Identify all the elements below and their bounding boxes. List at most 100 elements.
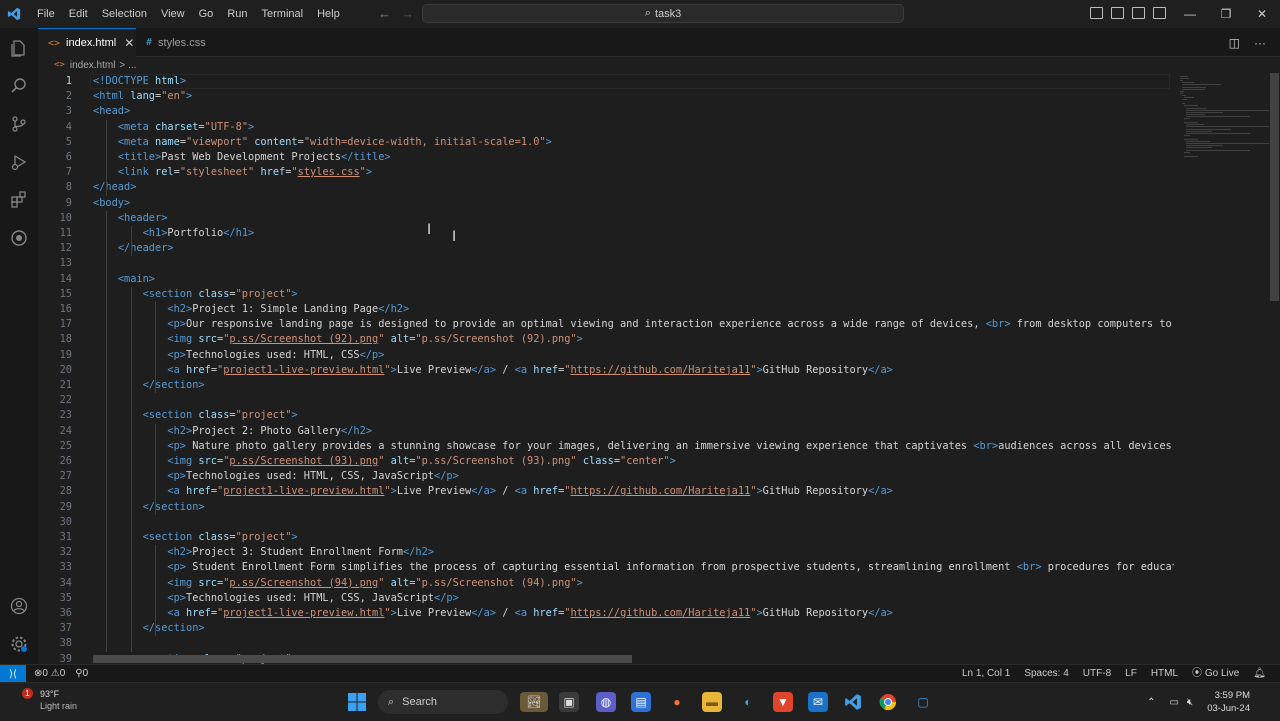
code-line[interactable]: 4 <meta charset="UTF-8"> <box>38 120 1174 135</box>
toggle-panel-icon[interactable] <box>1111 7 1124 19</box>
store-icon[interactable]: ▤ <box>631 692 651 712</box>
close-icon[interactable]: ✕ <box>1244 0 1280 28</box>
code-line[interactable]: 32 <h2>Project 3: Student Enrollment For… <box>38 545 1174 560</box>
code-editor[interactable]: 1 <!DOCTYPE html> 2 <html lang="en"> 3 <head>… <box>38 73 1174 664</box>
screen-recorder-icon[interactable]: ▢ <box>913 692 933 712</box>
code-line[interactable]: 1 <!DOCTYPE html> <box>38 74 1174 90</box>
close-tab-icon[interactable]: ✕ <box>124 36 134 50</box>
remote-indicator-icon[interactable]: ⟩⟨ <box>0 665 26 683</box>
minimap[interactable] <box>1174 73 1272 664</box>
code-line[interactable]: 11 <h1>Portfolio</h1> <box>38 226 1174 241</box>
code-line[interactable]: 21 </section> <box>38 378 1174 393</box>
horizontal-scrollbar-thumb[interactable] <box>93 655 632 663</box>
firefox-icon[interactable]: ● <box>667 692 687 712</box>
run-debug-icon[interactable] <box>0 144 38 180</box>
windows-start-icon[interactable] <box>347 692 367 712</box>
restore-icon[interactable]: ❐ <box>1208 0 1244 28</box>
code-line[interactable]: 15 <section class="project"> <box>38 287 1174 302</box>
chat-icon[interactable]: ◍ <box>596 692 616 712</box>
mail-icon[interactable]: ✉ <box>808 692 828 712</box>
ports-indicator[interactable]: ⚲0 <box>75 665 88 682</box>
remote-explorer-icon[interactable] <box>0 220 38 256</box>
code-line[interactable]: 12 </header> <box>38 241 1174 256</box>
breadcrumb-file[interactable]: index.html <box>70 60 116 71</box>
code-line[interactable]: 2 <html lang="en"> <box>38 89 1174 104</box>
accounts-icon[interactable] <box>0 588 38 624</box>
code-line[interactable]: 20 <a href="project1-live-preview.html">… <box>38 363 1174 378</box>
code-line[interactable]: 3 <head> <box>38 104 1174 119</box>
code-line[interactable]: 7 <link rel="stylesheet" href="styles.cs… <box>38 165 1174 180</box>
more-actions-icon[interactable]: ··· <box>1254 36 1266 50</box>
toggle-secondary-sidebar-icon[interactable] <box>1132 7 1145 19</box>
taskbar-search[interactable]: ⌕ Search <box>378 690 508 714</box>
code-line[interactable]: 30 <box>38 515 1174 530</box>
vertical-scrollbar[interactable] <box>1269 73 1280 664</box>
vertical-scrollbar-thumb[interactable] <box>1270 73 1279 301</box>
code-line[interactable]: 13 <box>38 256 1174 271</box>
code-line[interactable]: 26 <img src="p.ss/Screenshot (93).png" a… <box>38 454 1174 469</box>
menu-terminal[interactable]: Terminal <box>255 0 311 28</box>
task-view-icon[interactable]: ▣ <box>559 692 579 712</box>
code-line[interactable]: 6 <title>Past Web Development Projects</… <box>38 150 1174 165</box>
edge-icon[interactable]: ◐ <box>738 692 758 712</box>
vscode-taskbar-icon[interactable] <box>843 692 863 712</box>
menu-go[interactable]: Go <box>192 0 221 28</box>
code-line[interactable]: 23 <section class="project"> <box>38 408 1174 423</box>
code-line[interactable]: 8 </head> <box>38 180 1174 195</box>
search-sidebar-icon[interactable] <box>0 68 38 104</box>
tab-index-html[interactable]: <> index.html ✕ <box>38 28 136 57</box>
volume-muted-icon[interactable]: 🔇︎ <box>1187 697 1193 708</box>
source-control-icon[interactable] <box>0 106 38 142</box>
encoding[interactable]: UTF-8 <box>1083 665 1111 682</box>
menu-selection[interactable]: Selection <box>95 0 154 28</box>
breadcrumb-rest[interactable]: > ... <box>119 60 136 71</box>
code-line[interactable]: 9 <body> <box>38 196 1174 211</box>
code-line[interactable]: 33 <p> Student Enrollment Form simplifie… <box>38 560 1174 575</box>
settings-gear-icon[interactable] <box>0 626 38 662</box>
code-line[interactable]: 24 <h2>Project 2: Photo Gallery</h2> <box>38 424 1174 439</box>
toggle-sidebar-icon[interactable] <box>1090 7 1103 19</box>
menu-run[interactable]: Run <box>220 0 254 28</box>
code-line[interactable]: 28 <a href="project1-live-preview.html">… <box>38 484 1174 499</box>
indentation[interactable]: Spaces: 4 <box>1024 665 1068 682</box>
code-line[interactable]: 5 <meta name="viewport" content="width=d… <box>38 135 1174 150</box>
extensions-icon[interactable] <box>0 182 38 218</box>
code-line[interactable]: 14 <main> <box>38 272 1174 287</box>
code-line[interactable]: 17 <p>Our responsive landing page is des… <box>38 317 1174 332</box>
code-line[interactable]: 18 <img src="p.ss/Screenshot (92).png" a… <box>38 332 1174 347</box>
code-line[interactable]: 36 <a href="project1-live-preview.html">… <box>38 606 1174 621</box>
code-line[interactable]: 34 <img src="p.ss/Screenshot (94).png" a… <box>38 576 1174 591</box>
code-line[interactable]: 37 </section> <box>38 621 1174 636</box>
search-highlight-icon[interactable]: 🏞︎ <box>520 692 548 712</box>
cursor-position[interactable]: Ln 1, Col 1 <box>962 665 1010 682</box>
brave-icon[interactable]: ▼ <box>773 692 793 712</box>
notifications-bell-icon[interactable]: 🔔︎ <box>1253 665 1266 682</box>
tray-chevron-up-icon[interactable]: ⌃ <box>1147 697 1155 708</box>
tab-styles-css[interactable]: # styles.css <box>136 28 230 57</box>
command-center-search[interactable]: ⌕ task3 <box>422 4 904 23</box>
customize-layout-icon[interactable] <box>1153 7 1166 19</box>
code-line[interactable]: 25 <p> Nature photo gallery provides a s… <box>38 439 1174 454</box>
menu-edit[interactable]: Edit <box>62 0 95 28</box>
forward-arrow-icon[interactable]: → <box>401 6 414 21</box>
split-editor-icon[interactable]: ◫ <box>1229 36 1240 50</box>
menu-view[interactable]: View <box>154 0 192 28</box>
code-line[interactable]: 16 <h2>Project 1: Simple Landing Page</h… <box>38 302 1174 317</box>
code-line[interactable]: 22 <box>38 393 1174 408</box>
network-icon[interactable]: ▭ <box>1169 697 1178 708</box>
code-line[interactable]: 29 </section> <box>38 500 1174 515</box>
explorer-icon[interactable] <box>0 30 38 66</box>
weather-widget[interactable]: 1 93°F Light rain <box>22 688 77 712</box>
code-line[interactable]: 27 <p>Technologies used: HTML, CSS, Java… <box>38 469 1174 484</box>
code-line[interactable]: 19 <p>Technologies used: HTML, CSS</p> <box>38 348 1174 363</box>
clock[interactable]: 3:59 PM 03-Jun-24 <box>1207 689 1250 715</box>
language-mode[interactable]: HTML <box>1151 665 1178 682</box>
go-live-button[interactable]: ⦿ Go Live <box>1192 665 1239 682</box>
file-explorer-icon[interactable]: ▬ <box>702 692 722 712</box>
menu-help[interactable]: Help <box>310 0 347 28</box>
code-line[interactable]: 31 <section class="project"> <box>38 530 1174 545</box>
chrome-icon[interactable] <box>878 692 898 712</box>
problems-indicator[interactable]: ⊗0 ⚠0 <box>34 665 65 682</box>
code-line[interactable]: 10 <header> <box>38 211 1174 226</box>
back-arrow-icon[interactable]: ← <box>378 6 391 21</box>
